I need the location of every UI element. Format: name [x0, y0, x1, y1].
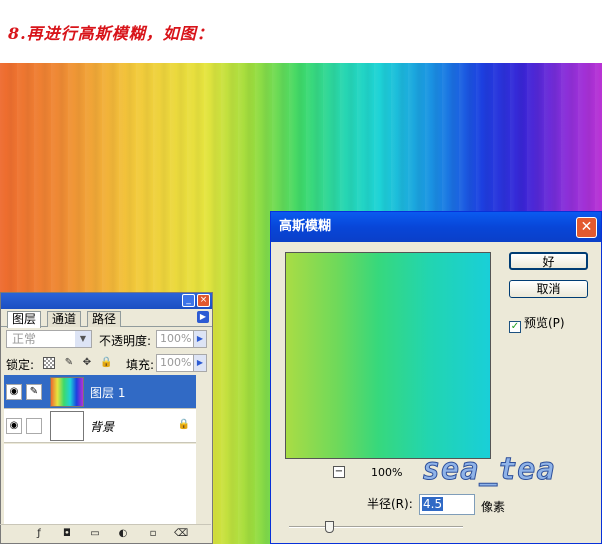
lock-label: 锁定: — [6, 358, 35, 372]
chevron-down-icon: ▼ — [75, 331, 91, 347]
preview-checkbox[interactable]: ✓ 预览(P) — [509, 314, 565, 333]
tab-channels[interactable]: 通道 — [47, 311, 82, 327]
layers-bottom-toolbar: ƒ ◘ ▭ ◐ ▫ ⌫ — [0, 524, 211, 542]
tab-paths[interactable]: 路径 — [87, 311, 122, 327]
blend-mode-value: 正常 — [12, 332, 37, 346]
folder-icon[interactable]: ▭ — [88, 527, 102, 540]
panel-menu-arrow-icon[interactable]: ▶ — [197, 311, 209, 323]
fill-arrow-icon[interactable]: ▶ — [193, 354, 207, 372]
layer-style-icon[interactable]: ƒ — [32, 527, 46, 540]
layer-thumbnail — [50, 377, 84, 407]
opacity-input[interactable]: 100% — [156, 330, 194, 348]
radius-slider-track[interactable] — [289, 526, 463, 528]
layer-name[interactable]: 背景 — [90, 418, 114, 435]
watermark: sea_tea — [421, 452, 556, 488]
eye-icon[interactable]: ◉ — [6, 384, 22, 400]
layers-titlebar: _ × — [1, 293, 212, 309]
new-layer-icon[interactable]: ▫ — [146, 527, 160, 540]
radius-label: 半径(R): — [367, 497, 413, 511]
opacity-arrow-icon[interactable]: ▶ — [193, 330, 207, 348]
layer-row-background[interactable]: ◉ 背景 🔒 — [4, 409, 196, 443]
minimize-icon[interactable]: _ — [182, 294, 195, 307]
opacity-label: 不透明度: — [99, 334, 152, 348]
check-icon[interactable]: ✓ — [509, 321, 521, 333]
layer-list-empty — [4, 444, 196, 524]
dialog-titlebar: 高斯模糊 ✕ — [271, 212, 601, 242]
lock-icon: 🔒 — [177, 419, 190, 430]
close-icon[interactable]: ✕ — [576, 217, 597, 238]
lock-row: 锁定: ✎ ✥ 🔒 填充: 100% ▶ — [1, 352, 212, 374]
dialog-title: 高斯模糊 — [279, 219, 332, 234]
eye-icon[interactable]: ◉ — [6, 418, 22, 434]
radius-input[interactable]: 4.5 — [419, 494, 475, 515]
move-icon[interactable]: ✥ — [81, 357, 93, 369]
close-icon[interactable]: × — [197, 294, 210, 307]
brush-icon[interactable]: ✎ — [26, 384, 42, 400]
radius-value: 4.5 — [422, 497, 444, 511]
fill-label: 填充: — [126, 358, 155, 372]
gaussian-blur-dialog: 高斯模糊 ✕ − 100% 好 取消 ✓ 预览(P) 半径(R): 4.5 像素 — [270, 211, 602, 544]
tab-layers[interactable]: 图层 — [7, 311, 42, 328]
blend-row: 正常 ▼ 不透明度: 100% ▶ — [1, 328, 212, 350]
lock-transparency-icon[interactable] — [43, 357, 55, 369]
blur-preview[interactable] — [285, 252, 491, 459]
radius-unit: 像素 — [481, 500, 506, 514]
brush-icon[interactable]: ✎ — [63, 357, 75, 369]
ok-button[interactable]: 好 — [509, 252, 588, 270]
cancel-button[interactable]: 取消 — [509, 280, 588, 298]
link-box-icon[interactable] — [26, 418, 42, 434]
layer-thumbnail — [50, 411, 84, 441]
adjustment-icon[interactable]: ◐ — [116, 527, 130, 540]
radius-slider-thumb[interactable] — [325, 521, 334, 533]
tutorial-caption: 8.再进行高斯模糊，如图： — [8, 24, 214, 43]
preview-label: 预览(P) — [524, 316, 565, 330]
layer-row-layer1[interactable]: ◉ ✎ 图层 1 — [4, 375, 196, 409]
zoom-level: 100% — [371, 466, 403, 479]
layer-name[interactable]: 图层 1 — [90, 384, 125, 401]
zoom-out-button[interactable]: − — [333, 466, 345, 478]
fill-input[interactable]: 100% — [156, 354, 194, 372]
layers-tabs: 图层 通道 路径 ▶ — [1, 309, 212, 328]
lock-icon[interactable]: 🔒 — [100, 357, 112, 369]
mask-icon[interactable]: ◘ — [60, 527, 74, 540]
blend-mode-select[interactable]: 正常 ▼ — [6, 330, 92, 348]
trash-icon[interactable]: ⌫ — [174, 527, 188, 540]
